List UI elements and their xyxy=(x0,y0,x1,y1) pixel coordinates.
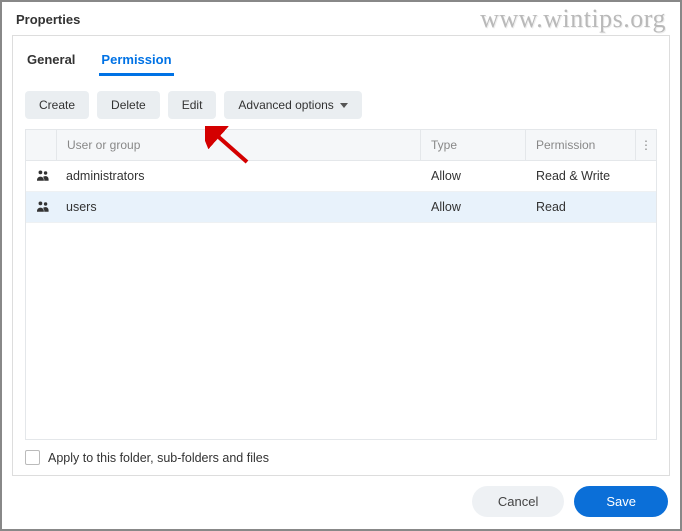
row-user-cell: administrators xyxy=(56,161,421,191)
apply-recursive-label: Apply to this folder, sub-folders and fi… xyxy=(48,451,269,465)
column-more[interactable]: ⋮ xyxy=(635,130,656,160)
row-user-cell: users xyxy=(56,192,421,222)
apply-recursive-checkbox[interactable] xyxy=(25,450,40,465)
toolbar: Create Delete Edit Advanced options xyxy=(25,91,657,119)
row-permission-cell: Read & Write xyxy=(526,161,636,191)
row-icon-cell xyxy=(26,161,56,191)
dialog-title: Properties xyxy=(2,2,680,35)
cancel-button[interactable]: Cancel xyxy=(472,486,564,517)
column-type[interactable]: Type xyxy=(420,130,525,160)
row-permission-cell: Read xyxy=(526,192,636,222)
table-row[interactable]: usersAllowRead xyxy=(26,192,656,223)
column-user[interactable]: User or group xyxy=(56,130,420,160)
table-header: User or group Type Permission ⋮ xyxy=(26,130,656,161)
tab-bar: General Permission xyxy=(25,46,657,77)
row-type-cell: Allow xyxy=(421,161,526,191)
create-button[interactable]: Create xyxy=(25,91,89,119)
apply-recursive-row: Apply to this folder, sub-folders and fi… xyxy=(25,450,657,465)
row-more-cell xyxy=(636,192,656,222)
column-permission[interactable]: Permission xyxy=(525,130,635,160)
row-more-cell xyxy=(636,161,656,191)
group-icon xyxy=(36,170,50,182)
table-row[interactable]: administratorsAllowRead & Write xyxy=(26,161,656,192)
delete-button[interactable]: Delete xyxy=(97,91,160,119)
edit-button[interactable]: Edit xyxy=(168,91,217,119)
dialog-footer: Cancel Save xyxy=(2,476,680,529)
advanced-options-button[interactable]: Advanced options xyxy=(224,91,361,119)
chevron-down-icon xyxy=(340,103,348,108)
row-type-cell: Allow xyxy=(421,192,526,222)
row-icon-cell xyxy=(26,192,56,222)
tab-permission[interactable]: Permission xyxy=(99,46,173,76)
permissions-table: User or group Type Permission ⋮ administ… xyxy=(25,129,657,440)
advanced-options-label: Advanced options xyxy=(238,98,333,112)
save-button[interactable]: Save xyxy=(574,486,668,517)
dialog-content: General Permission Create Delete Edit Ad… xyxy=(12,35,670,476)
table-body: administratorsAllowRead & WriteusersAllo… xyxy=(26,161,656,439)
tab-general[interactable]: General xyxy=(25,46,77,76)
properties-dialog: www.wintips.org Properties General Permi… xyxy=(0,0,682,531)
group-icon xyxy=(36,201,50,213)
column-icon xyxy=(26,130,56,160)
